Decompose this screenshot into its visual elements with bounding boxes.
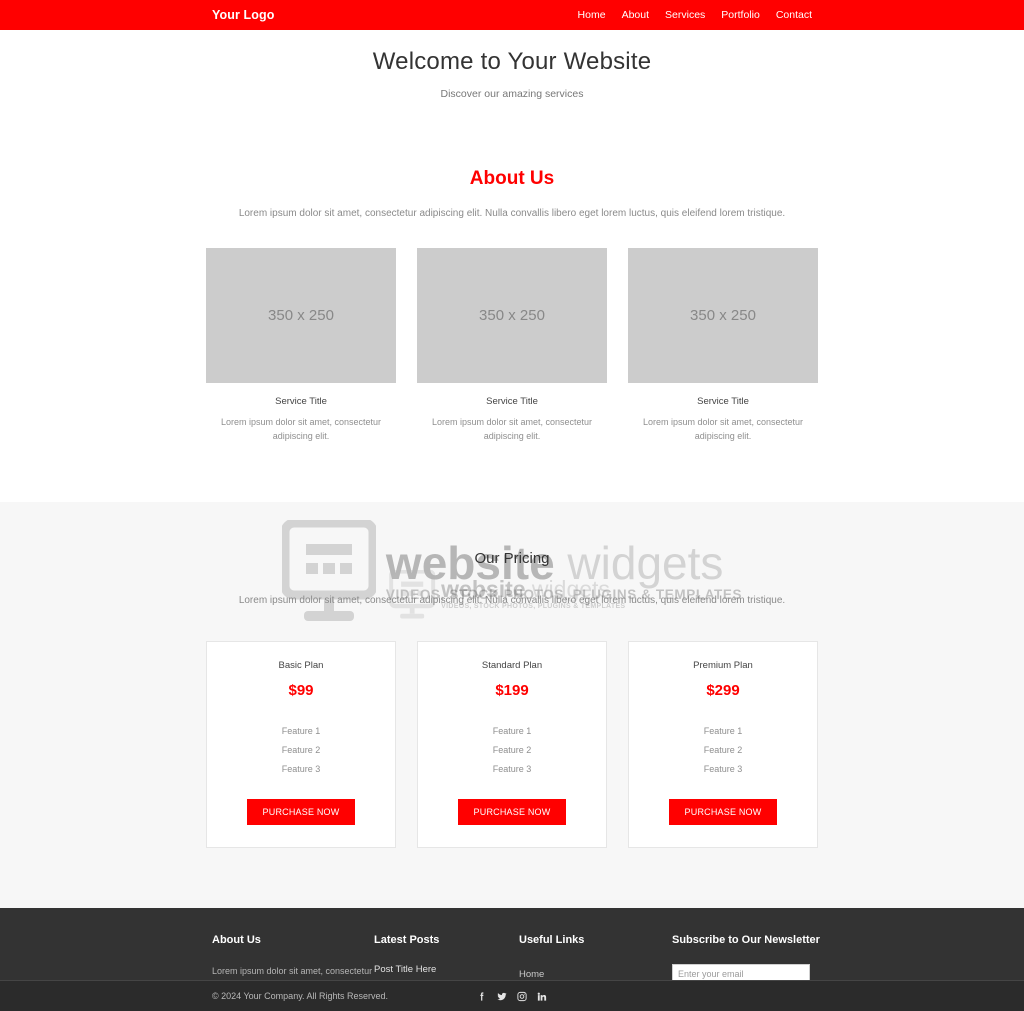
plan-feature: Feature 2 <box>703 745 743 756</box>
hero-title: Welcome to Your Website <box>372 48 652 75</box>
footer-link-home[interactable]: Home <box>519 969 544 980</box>
plan-price: $99 <box>288 681 314 699</box>
plan-name: Standard Plan <box>481 659 543 671</box>
footer-links-heading: Useful Links <box>519 933 585 946</box>
pricing-heading: Our Pricing <box>474 549 550 567</box>
plan-feature: Feature 3 <box>492 764 532 775</box>
plan-name: Premium Plan <box>693 659 753 671</box>
about-lead-text: Lorem ipsum dolor sit amet, consectetur … <box>238 208 786 219</box>
pricing-card-standard: Standard Plan $199 Feature 1 Feature 2 F… <box>417 640 607 848</box>
plan-feature: Feature 3 <box>703 764 743 775</box>
plan-feature: Feature 2 <box>281 745 321 756</box>
bottom-bar: © 2024 Your Company. All Rights Reserved… <box>0 980 1024 1011</box>
service-title: Service Title <box>697 396 749 407</box>
plan-price: $299 <box>706 681 740 699</box>
monitor-icon <box>281 519 376 621</box>
service-description: Lorem ipsum dolor sit amet, consectetur … <box>220 417 382 441</box>
footer-post-title[interactable]: Post Title Here <box>374 964 519 975</box>
site-logo[interactable]: Your Logo <box>212 8 274 22</box>
pricing-section: website widgets VIDEOS, STOCK PHOTOS, PL… <box>0 501 1024 908</box>
nav-item-home[interactable]: Home <box>578 9 606 21</box>
plan-features: Feature 1 Feature 2 Feature 3 <box>418 722 606 779</box>
services-grid: 350 x 250 Service Title Lorem ipsum dolo… <box>0 221 1024 502</box>
main-navigation: Home About Services Portfolio Contact <box>578 9 812 21</box>
service-card: 350 x 250 Service Title Lorem ipsum dolo… <box>206 248 396 444</box>
purchase-button[interactable]: PURCHASE NOW <box>457 798 567 825</box>
service-image-placeholder: 350 x 250 <box>206 248 396 383</box>
plan-features: Feature 1 Feature 2 Feature 3 <box>207 722 395 779</box>
plan-features: Feature 1 Feature 2 Feature 3 <box>629 722 817 779</box>
nav-item-contact[interactable]: Contact <box>776 9 812 21</box>
navbar: Your Logo Home About Services Portfolio … <box>0 0 1024 30</box>
nav-item-services[interactable]: Services <box>665 9 705 21</box>
pricing-card-basic: Basic Plan $99 Feature 1 Feature 2 Featu… <box>206 640 396 848</box>
hero-section: Welcome to Your Website Discover our ama… <box>0 30 1024 134</box>
service-title: Service Title <box>486 396 538 407</box>
pricing-cards: Basic Plan $99 Feature 1 Feature 2 Featu… <box>0 640 1024 848</box>
plan-feature: Feature 3 <box>281 764 321 775</box>
pricing-lead-text: Lorem ipsum dolor sit amet, consectetur … <box>238 594 786 606</box>
nav-item-about[interactable]: About <box>622 9 649 21</box>
linkedin-icon[interactable] <box>537 991 548 1002</box>
plan-feature: Feature 2 <box>492 745 532 756</box>
service-image-placeholder: 350 x 250 <box>417 248 607 383</box>
plan-price: $199 <box>495 681 529 699</box>
instagram-icon[interactable] <box>517 991 528 1002</box>
footer-about-heading: About Us <box>212 933 261 946</box>
page-root: Your Logo Home About Services Portfolio … <box>0 0 1024 1011</box>
facebook-icon[interactable] <box>477 991 488 1002</box>
service-card: 350 x 250 Service Title Lorem ipsum dolo… <box>417 248 607 444</box>
copyright-text: © 2024 Your Company. All Rights Reserved… <box>212 991 389 1001</box>
service-description: Lorem ipsum dolor sit amet, consectetur … <box>642 417 804 441</box>
about-heading: About Us <box>469 168 555 189</box>
social-links <box>477 991 548 1002</box>
twitter-icon[interactable] <box>497 991 508 1002</box>
footer-posts-heading: Latest Posts <box>374 933 440 946</box>
hero-subtitle: Discover our amazing services <box>440 88 584 100</box>
pricing-card-premium: Premium Plan $299 Feature 1 Feature 2 Fe… <box>628 640 818 848</box>
plan-name: Basic Plan <box>278 659 324 671</box>
service-image-placeholder: 350 x 250 <box>628 248 818 383</box>
nav-item-portfolio[interactable]: Portfolio <box>721 9 760 21</box>
newsletter-heading: Subscribe to Our Newsletter <box>672 933 820 946</box>
purchase-button[interactable]: PURCHASE NOW <box>668 798 778 825</box>
plan-feature: Feature 1 <box>703 726 743 737</box>
service-card: 350 x 250 Service Title Lorem ipsum dolo… <box>628 248 818 444</box>
plan-feature: Feature 1 <box>281 726 321 737</box>
about-section: About Us Lorem ipsum dolor sit amet, con… <box>0 134 1024 221</box>
service-description: Lorem ipsum dolor sit amet, consectetur … <box>431 417 593 441</box>
plan-feature: Feature 1 <box>492 726 532 737</box>
service-title: Service Title <box>275 396 327 407</box>
watermark-overlay: website widgets VIDEOS, STOCK PHOTOS, PL… <box>0 512 1024 632</box>
purchase-button[interactable]: PURCHASE NOW <box>246 798 356 825</box>
watermark-large: website widgets VIDEOS, STOCK PHOTOS, PL… <box>281 519 742 624</box>
